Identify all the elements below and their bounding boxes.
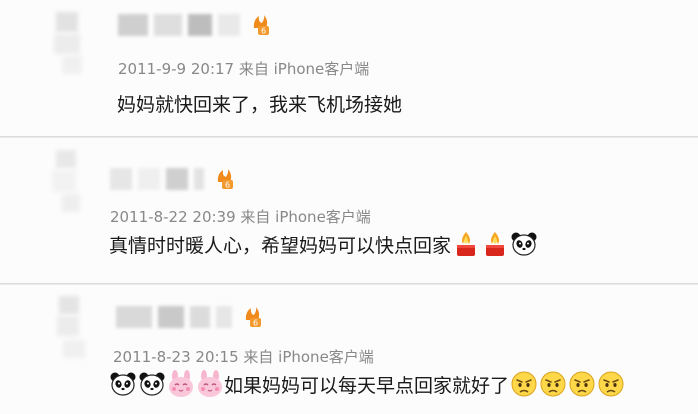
comment-text: 真情时时暖人心，希望妈妈可以快点回家: [109, 230, 538, 258]
comment-meta: 2011-8-23 20:15 来自 iPhone客户端: [113, 348, 374, 366]
avatar[interactable]: [52, 12, 88, 74]
panda-icon: [510, 230, 538, 258]
emoticon-group: [451, 230, 538, 258]
username[interactable]: 6: [116, 306, 262, 328]
pray-face-icon: [597, 370, 625, 398]
comment-item: 6 2011-9-9 20:17 来自 iPhone客户端 妈妈就快回来了，我来…: [0, 0, 698, 138]
user-level-badge-icon: 6: [242, 306, 262, 328]
comment-item: 6 2011-8-23 20:15 来自 iPhone客户端 如果妈妈可以每天早…: [0, 284, 698, 414]
comment-meta: 2011-9-9 20:17 来自 iPhone客户端: [118, 60, 370, 78]
pink-bunny-icon: [196, 370, 224, 398]
emoticon-group: [108, 370, 224, 398]
pray-face-icon: [568, 370, 596, 398]
pray-face-icon: [510, 370, 538, 398]
comment-body: 如果妈妈可以每天早点回家就好了: [224, 374, 510, 397]
panda-icon: [138, 370, 166, 398]
user-level-badge-icon: 6: [214, 168, 234, 190]
avatar[interactable]: [50, 150, 86, 212]
comment-body: 妈妈就快回来了，我来飞机场接她: [117, 94, 403, 116]
user-level-badge-icon: 6: [250, 14, 270, 36]
username[interactable]: 6: [118, 14, 270, 36]
svg-text:6: 6: [253, 319, 258, 328]
emoticon-group: [509, 370, 625, 398]
candle-icon: [452, 230, 480, 258]
svg-text:6: 6: [261, 27, 266, 36]
candle-icon: [481, 230, 509, 258]
comment-item: 6 2011-8-22 20:39 来自 iPhone客户端 真情时时暖人心，希…: [0, 138, 698, 284]
comment-text: 如果妈妈可以每天早点回家就好了: [108, 370, 625, 398]
comment-body: 真情时时暖人心，希望妈妈可以快点回家: [109, 234, 452, 257]
svg-text:6: 6: [225, 181, 230, 190]
comment-feed: 6 2011-9-9 20:17 来自 iPhone客户端 妈妈就快回来了，我来…: [0, 0, 698, 414]
comment-text: 妈妈就快回来了，我来飞机场接她: [117, 90, 402, 117]
comment-meta: 2011-8-22 20:39 来自 iPhone客户端: [110, 208, 371, 226]
panda-icon: [109, 370, 137, 398]
pink-bunny-icon: [167, 370, 195, 398]
pray-face-icon: [539, 370, 567, 398]
username[interactable]: 6: [110, 168, 234, 190]
avatar[interactable]: [55, 296, 91, 358]
